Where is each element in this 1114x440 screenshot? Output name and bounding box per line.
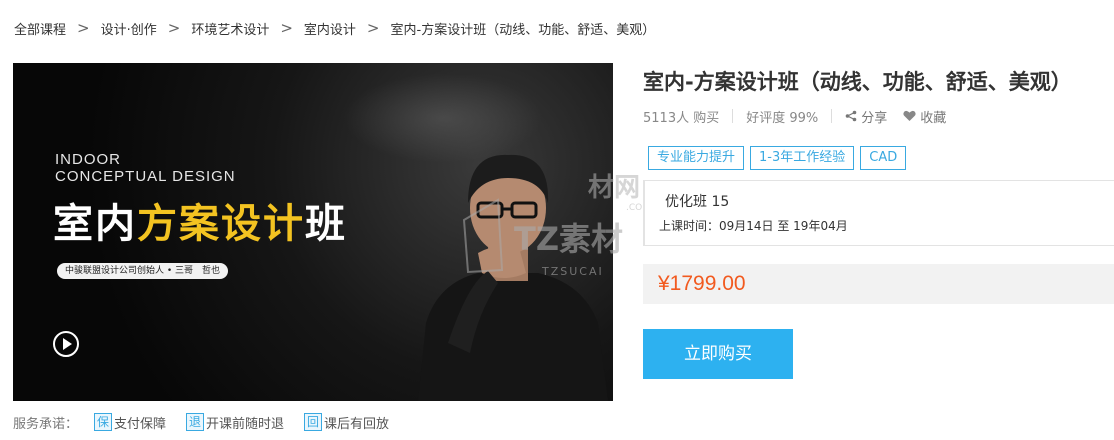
- play-icon[interactable]: [53, 331, 79, 357]
- banner-title-highlight: 方案设计: [137, 201, 305, 247]
- heart-icon: [903, 110, 916, 121]
- rating: 好评度 99%: [746, 110, 819, 126]
- refund-icon: 退: [186, 413, 205, 431]
- favorite-label: 收藏: [920, 110, 947, 126]
- tag-skill[interactable]: 专业能力提升: [648, 146, 745, 170]
- service-item-label: 课后有回放: [324, 416, 390, 432]
- course-banner[interactable]: INDOOR CONCEPTUAL DESIGN 室内方案设计班 中骏联盟设计公…: [13, 63, 613, 401]
- chevron-right-icon: >: [167, 18, 181, 37]
- tag-experience[interactable]: 1-3年工作经验: [750, 146, 855, 170]
- class-schedule: 上课时间：09月14日 至 19年04月: [659, 219, 848, 233]
- banner-title-part2: 班: [305, 201, 347, 247]
- share-button[interactable]: 分享: [845, 107, 887, 126]
- banner-english-title: INDOOR CONCEPTUAL DESIGN: [55, 151, 236, 185]
- tag-cad[interactable]: CAD: [860, 146, 907, 170]
- service-payment-guarantee: 保 支付保障: [94, 413, 166, 432]
- replay-icon: 回: [304, 413, 323, 431]
- banner-title-part1: 室内: [53, 201, 137, 247]
- class-name: 优化班 15: [665, 194, 730, 210]
- price: ¥1799.00: [658, 272, 746, 295]
- chevron-right-icon: >: [77, 18, 90, 37]
- banner-english-line1: INDOOR: [55, 151, 121, 168]
- breadcrumb-design-creation[interactable]: 设计·创作: [101, 19, 157, 38]
- instructor-photo: [418, 154, 608, 401]
- service-replay: 回 课后有回放: [304, 413, 389, 432]
- chevron-right-icon: >: [280, 18, 293, 37]
- service-item-label: 开课前随时退: [206, 416, 285, 432]
- breadcrumb-environment-art[interactable]: 环境艺术设计: [191, 19, 269, 38]
- share-label: 分享: [861, 110, 888, 126]
- meta-divider: [831, 109, 833, 123]
- chevron-right-icon: >: [366, 18, 380, 37]
- price-bar: ¥1799.00: [643, 264, 1114, 304]
- class-option[interactable]: 优化班 15 上课时间：09月14日 至 19年04月: [643, 180, 1114, 246]
- service-item-label: 支付保障: [114, 416, 167, 432]
- share-icon: [845, 110, 857, 122]
- service-promises: 服务承诺： 保 支付保障 退 开课前随时退 回 课后有回放: [13, 411, 409, 433]
- payment-guarantee-icon: 保: [94, 413, 113, 431]
- banner-english-line2: CONCEPTUAL DESIGN: [55, 168, 236, 185]
- instructor-label: 中骏联盟设计公司创始人 • 三哥 哲也: [57, 263, 229, 279]
- banner-chinese-title: 室内方案设计班: [53, 191, 347, 249]
- breadcrumb-current-course: 室内-方案设计班（动线、功能、舒适、美观）: [390, 22, 656, 38]
- meta-divider: [732, 109, 734, 123]
- buyers-count: 5113人 购买: [643, 110, 720, 126]
- course-title: 室内-方案设计班（动线、功能、舒适、美观）: [643, 70, 1072, 94]
- favorite-button[interactable]: 收藏: [903, 107, 946, 126]
- service-label: 服务承诺：: [13, 416, 79, 432]
- buy-now-button[interactable]: 立即购买: [643, 329, 793, 379]
- breadcrumb-interior-design[interactable]: 室内设计: [304, 19, 356, 38]
- course-tags: 专业能力提升 1-3年工作经验 CAD: [648, 146, 912, 170]
- breadcrumb-all-courses[interactable]: 全部课程: [14, 19, 66, 38]
- course-meta: 5113人 购买 好评度 99% 分享 收藏: [643, 106, 946, 126]
- service-refund: 退 开课前随时退: [186, 413, 284, 432]
- breadcrumb: 全部课程 > 设计·创作 > 环境艺术设计 > 室内设计 > 室内-方案设计班（…: [14, 17, 655, 39]
